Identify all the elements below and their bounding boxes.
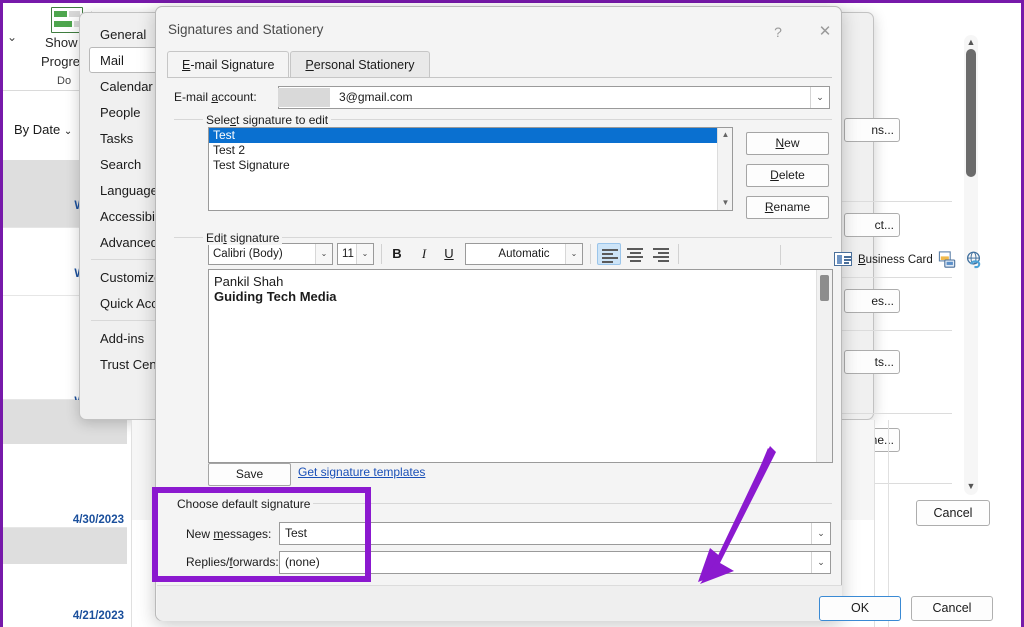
save-button[interactable]: Save: [208, 463, 291, 486]
list-item[interactable]: Test: [209, 128, 718, 143]
align-left-button[interactable]: [597, 243, 621, 265]
business-card-icon: [834, 252, 852, 266]
toolbar-divider: [678, 244, 679, 264]
tab-personal-stationery[interactable]: Personal Stationery: [290, 51, 430, 78]
font-family-combobox[interactable]: Calibri (Body) ⌄: [208, 243, 333, 265]
replies-forwards-label: Replies/forwards:: [186, 555, 279, 569]
new-signature-button[interactable]: New: [746, 132, 829, 155]
tab-email-signature[interactable]: E-mail Signature: [167, 51, 290, 78]
scroll-down-icon[interactable]: ▼: [718, 196, 733, 210]
tab-email-signature-label: -mail Signature: [190, 58, 275, 72]
bold-button[interactable]: B: [386, 243, 408, 265]
new-messages-value: Test: [285, 526, 308, 540]
mail-list-item[interactable]: 4/21/2023: [3, 564, 127, 627]
scroll-down-icon[interactable]: ▼: [966, 481, 976, 491]
italic-button[interactable]: I: [413, 243, 435, 265]
sort-by-date-button[interactable]: By Date ⌄: [14, 122, 72, 137]
font-color-combobox[interactable]: Automatic ⌄: [465, 243, 583, 265]
font-size-combobox[interactable]: 11 ⌄: [337, 243, 374, 265]
chevron-down-icon[interactable]: ⌄: [565, 244, 582, 264]
scroll-up-icon[interactable]: ▲: [718, 128, 733, 142]
options-button-spelling[interactable]: ct...: [844, 213, 900, 237]
editor-scrollbar-thumb[interactable]: [820, 275, 829, 301]
mail-list-item[interactable]: 4/30/2023: [3, 444, 127, 528]
toolbar-divider: [590, 244, 591, 264]
show-progress-label-line2[interactable]: Progre: [41, 54, 80, 69]
choose-default-group-label: Choose default signature: [174, 497, 314, 511]
delete-signature-button[interactable]: Delete: [746, 164, 829, 187]
show-progress-label-line1[interactable]: Show: [45, 35, 78, 50]
scroll-up-icon[interactable]: ▲: [966, 37, 976, 47]
tab-personal-stationery-label: ersonal Stationery: [313, 58, 415, 72]
signature-editor[interactable]: Pankil Shah Guiding Tech Media: [208, 269, 833, 463]
get-signature-templates-link[interactable]: Get signature templates: [298, 465, 425, 479]
cancel-button[interactable]: Cancel: [911, 596, 993, 621]
btn-accel-b: B: [858, 254, 866, 266]
new-messages-label: New messages:: [186, 527, 272, 541]
font-color-value: Automatic: [498, 248, 550, 260]
help-icon[interactable]: ?: [764, 20, 792, 44]
chevron-down-icon[interactable]: ⌄: [810, 87, 829, 108]
options-scrollbar-thumb[interactable]: [966, 49, 976, 177]
replies-forwards-combobox[interactable]: (none) ⌄: [279, 551, 831, 574]
dialog-footer: [157, 585, 842, 621]
tab-underline: [167, 77, 832, 78]
chevron-down-icon[interactable]: ⌄: [811, 552, 830, 573]
select-signature-group-label: Select signature to edit: [203, 113, 332, 127]
new-messages-combobox[interactable]: Test ⌄: [279, 522, 831, 545]
chevron-down-icon[interactable]: ⌄: [356, 244, 373, 264]
ok-button[interactable]: OK: [819, 596, 901, 621]
ribbon-group-label: Do: [57, 75, 72, 87]
options-button-signatures[interactable]: ns...: [844, 118, 900, 142]
list-item[interactable]: Test 2: [209, 143, 732, 158]
options-cancel-button[interactable]: Cancel: [916, 500, 990, 526]
sort-by-date-label: By Date: [14, 122, 61, 137]
panel-divider: [131, 420, 132, 627]
list-item[interactable]: Test Signature: [209, 158, 732, 173]
page-border-top: [0, 0, 1024, 3]
align-right-button[interactable]: [649, 243, 673, 265]
chevron-down-icon[interactable]: ⌄: [315, 244, 332, 264]
email-account-label: E-mail account:: [174, 90, 257, 104]
btn-accel-r: R: [764, 200, 774, 214]
chevron-down-icon[interactable]: ⌄: [811, 523, 830, 544]
btn-accel-n: N: [775, 136, 785, 150]
toolbar-divider: [381, 244, 382, 264]
font-family-value: Calibri (Body): [213, 248, 283, 260]
edit-signature-group-label: Edit signature: [203, 231, 283, 245]
chevron-down-icon: ⌄: [63, 126, 73, 137]
rename-signature-button[interactable]: Rename: [746, 196, 829, 219]
mail-item-date: 4/21/2023: [72, 610, 124, 622]
editor-scrollbar[interactable]: [816, 270, 832, 462]
close-icon[interactable]: ✕: [811, 20, 839, 44]
insert-picture-icon[interactable]: [938, 251, 957, 269]
align-center-button[interactable]: [623, 243, 647, 265]
business-card-button[interactable]: Business Card: [834, 249, 933, 271]
dialog-tab-list: E-mail Signature Personal Stationery: [167, 51, 431, 78]
email-account-combobox[interactable]: 3@gmail.com ⌄: [278, 86, 830, 109]
btn-accel-d: D: [770, 168, 779, 182]
replies-forwards-value: (none): [285, 555, 320, 569]
signatures-and-stationery-dialog: Signatures and Stationery ? ✕ E-mail Sig…: [155, 6, 993, 621]
insert-hyperlink-icon[interactable]: [964, 250, 983, 269]
dialog-title: Signatures and Stationery: [168, 22, 324, 37]
tab-accel-p: P: [305, 58, 314, 72]
toolbar-divider: [780, 245, 781, 265]
mail-item-date: 4/30/2023: [72, 514, 124, 526]
options-button-themes[interactable]: es...: [844, 289, 900, 313]
signature-line: Guiding Tech Media: [214, 289, 337, 304]
signature-listbox[interactable]: Test Test 2 Test Signature ▲ ▼: [208, 127, 733, 211]
underline-button[interactable]: U: [438, 243, 460, 265]
signature-format-toolbar: Calibri (Body) ⌄ 11 ⌄ B I U Automatic ⌄: [208, 243, 833, 267]
options-button-comments[interactable]: ts...: [844, 350, 900, 374]
mail-list-item[interactable]: [3, 528, 127, 564]
signature-line: Pankil Shah: [214, 274, 284, 289]
font-size-value: 11: [342, 248, 354, 260]
ribbon-overflow-caret[interactable]: ⌄: [7, 30, 17, 44]
listbox-scrollbar[interactable]: ▲ ▼: [717, 128, 732, 210]
redacted-email-block: [278, 88, 330, 107]
